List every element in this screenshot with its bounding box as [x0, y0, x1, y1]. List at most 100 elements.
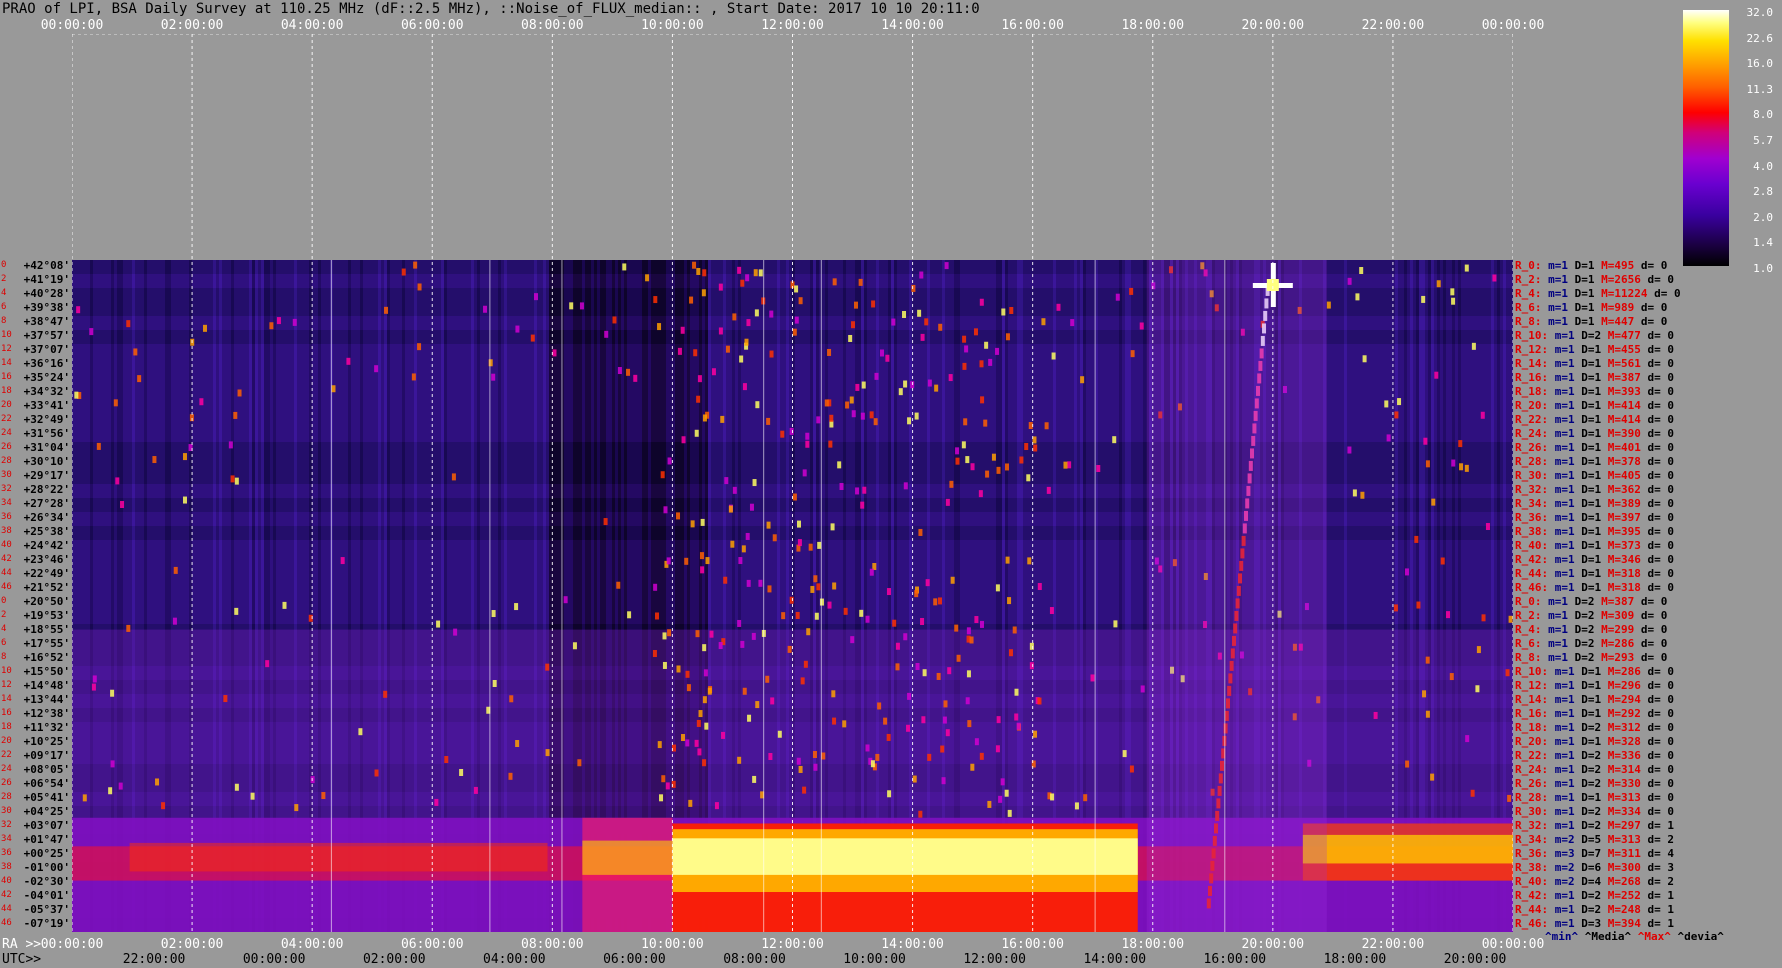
hot-pixel	[711, 368, 716, 376]
hot-pixel	[855, 487, 860, 495]
row-index-label: 2	[1, 274, 7, 284]
hot-pixel	[688, 799, 693, 807]
row-stat-max: M=447	[1601, 315, 1641, 328]
row-stat-max: M=561	[1607, 357, 1648, 370]
hot-pixel	[744, 338, 749, 346]
row-index-label: 20	[1, 736, 12, 746]
row-stat: R_4: m=1 D=1 M=11224 d= 0	[1515, 287, 1681, 300]
row-stat: R_42: m=1 D=2 M=252 d= 1	[1515, 889, 1674, 902]
row-stat-dev: d= 0	[1647, 385, 1675, 398]
row-stat-dev: d= 3	[1647, 861, 1675, 874]
hot-pixel	[1051, 352, 1056, 360]
hot-pixel	[1113, 620, 1118, 628]
hot-pixel	[742, 383, 747, 391]
hot-pixel	[966, 627, 971, 635]
row-stat-max: M=300	[1607, 861, 1648, 874]
chart-title: PRAO of LPI, BSA Daily Survey at 110.25 …	[2, 1, 980, 17]
hot-pixel	[693, 349, 698, 357]
hot-pixel	[1016, 722, 1021, 730]
row-stat-id: R_22:	[1515, 749, 1555, 762]
hot-pixel	[979, 298, 984, 306]
hot-pixel	[851, 410, 856, 418]
row-index-label: 8	[1, 652, 7, 662]
hot-pixel	[74, 391, 79, 399]
row-index-label: 40	[1, 876, 12, 886]
hot-pixel	[1430, 773, 1435, 781]
hot-pixel	[1096, 465, 1101, 473]
row-stat-min: m=1	[1554, 889, 1582, 902]
hot-pixel	[862, 486, 867, 494]
colorbar-tick: 22.6	[1746, 31, 1774, 45]
hot-pixel	[1050, 793, 1055, 801]
hot-pixel	[1004, 463, 1009, 471]
row-index-label: 22	[1, 414, 12, 424]
hot-pixel	[667, 629, 672, 637]
hot-pixel	[1464, 464, 1469, 472]
hot-pixel	[572, 642, 577, 650]
top-tick-label: 12:00:00	[761, 18, 824, 33]
hot-pixel	[1067, 461, 1072, 469]
hot-pixel	[702, 696, 707, 704]
hot-pixel	[488, 359, 493, 367]
row-stat-id: R_30:	[1515, 805, 1555, 818]
row-stat-id: R_28:	[1515, 455, 1555, 468]
hot-pixel	[769, 310, 774, 318]
row-stat-min: m=1	[1548, 301, 1575, 314]
hot-pixel	[459, 768, 464, 776]
row-stat: R_36: m=3 D=7 M=311 d= 4	[1515, 847, 1674, 860]
hot-pixel	[1007, 597, 1012, 605]
colorbar-tick: 2.0	[1753, 210, 1773, 224]
row-stat-median: D=2	[1581, 777, 1608, 790]
hot-pixel	[948, 374, 953, 382]
row-stat: R_44: m=1 D=2 M=248 d= 1	[1515, 903, 1674, 916]
hot-pixel	[91, 683, 96, 691]
hot-pixel	[1480, 411, 1485, 419]
hot-pixel	[702, 414, 707, 422]
hot-pixel	[692, 261, 697, 269]
row-stat-min: m=1	[1554, 413, 1582, 426]
row-stat-dev: d= 0	[1647, 679, 1675, 692]
hot-pixel	[765, 675, 770, 683]
row-stat-min: m=1	[1554, 805, 1582, 818]
hot-pixel	[533, 293, 538, 301]
hot-pixel	[276, 317, 281, 325]
hot-pixel	[955, 457, 960, 465]
utc-tick-label: 20:00:00	[1443, 952, 1507, 967]
hot-pixel	[401, 268, 406, 276]
hot-pixel	[938, 323, 943, 331]
hot-pixel	[887, 790, 892, 798]
hot-pixel	[798, 765, 803, 773]
row-stat-max: M=393	[1607, 385, 1648, 398]
row-stat: R_6: m=1 D=1 M=989 d= 0	[1515, 301, 1667, 314]
legend-median: ^Media^	[1584, 930, 1632, 943]
row-stat-id: R_46:	[1515, 581, 1555, 594]
hot-pixel	[108, 787, 113, 795]
hot-pixel	[514, 603, 519, 611]
hot-pixel	[133, 348, 138, 356]
row-stat-id: R_40:	[1515, 539, 1555, 552]
hot-pixel	[1083, 794, 1088, 802]
row-stat-min: m=1	[1554, 903, 1582, 916]
colorbar-tick: 1.4	[1753, 236, 1773, 250]
utc-tick-label: 16:00:00	[1203, 952, 1267, 967]
heatmap-panel	[72, 34, 1513, 932]
hot-pixel	[698, 710, 703, 718]
row-stat: R_14: m=1 D=1 M=561 d= 0	[1515, 357, 1674, 370]
hot-pixel	[530, 334, 535, 342]
hot-pixel	[1041, 318, 1046, 326]
row-stat-id: R_12:	[1515, 679, 1555, 692]
hot-pixel	[936, 672, 941, 680]
row-stat-max: M=334	[1607, 805, 1648, 818]
hot-pixel	[970, 463, 975, 471]
row-stat-median: D=1	[1581, 357, 1608, 370]
hot-pixel	[1130, 350, 1135, 358]
row-index-label: 36	[1, 848, 12, 858]
row-stat-id: R_24:	[1515, 427, 1555, 440]
hot-pixel	[676, 512, 681, 520]
row-stat-min: m=1	[1548, 637, 1575, 650]
hot-pixel	[832, 278, 837, 286]
hot-pixel	[814, 612, 819, 620]
row-stat-id: R_34:	[1515, 497, 1555, 510]
hot-pixel	[662, 632, 667, 640]
hot-pixel	[1014, 713, 1019, 721]
